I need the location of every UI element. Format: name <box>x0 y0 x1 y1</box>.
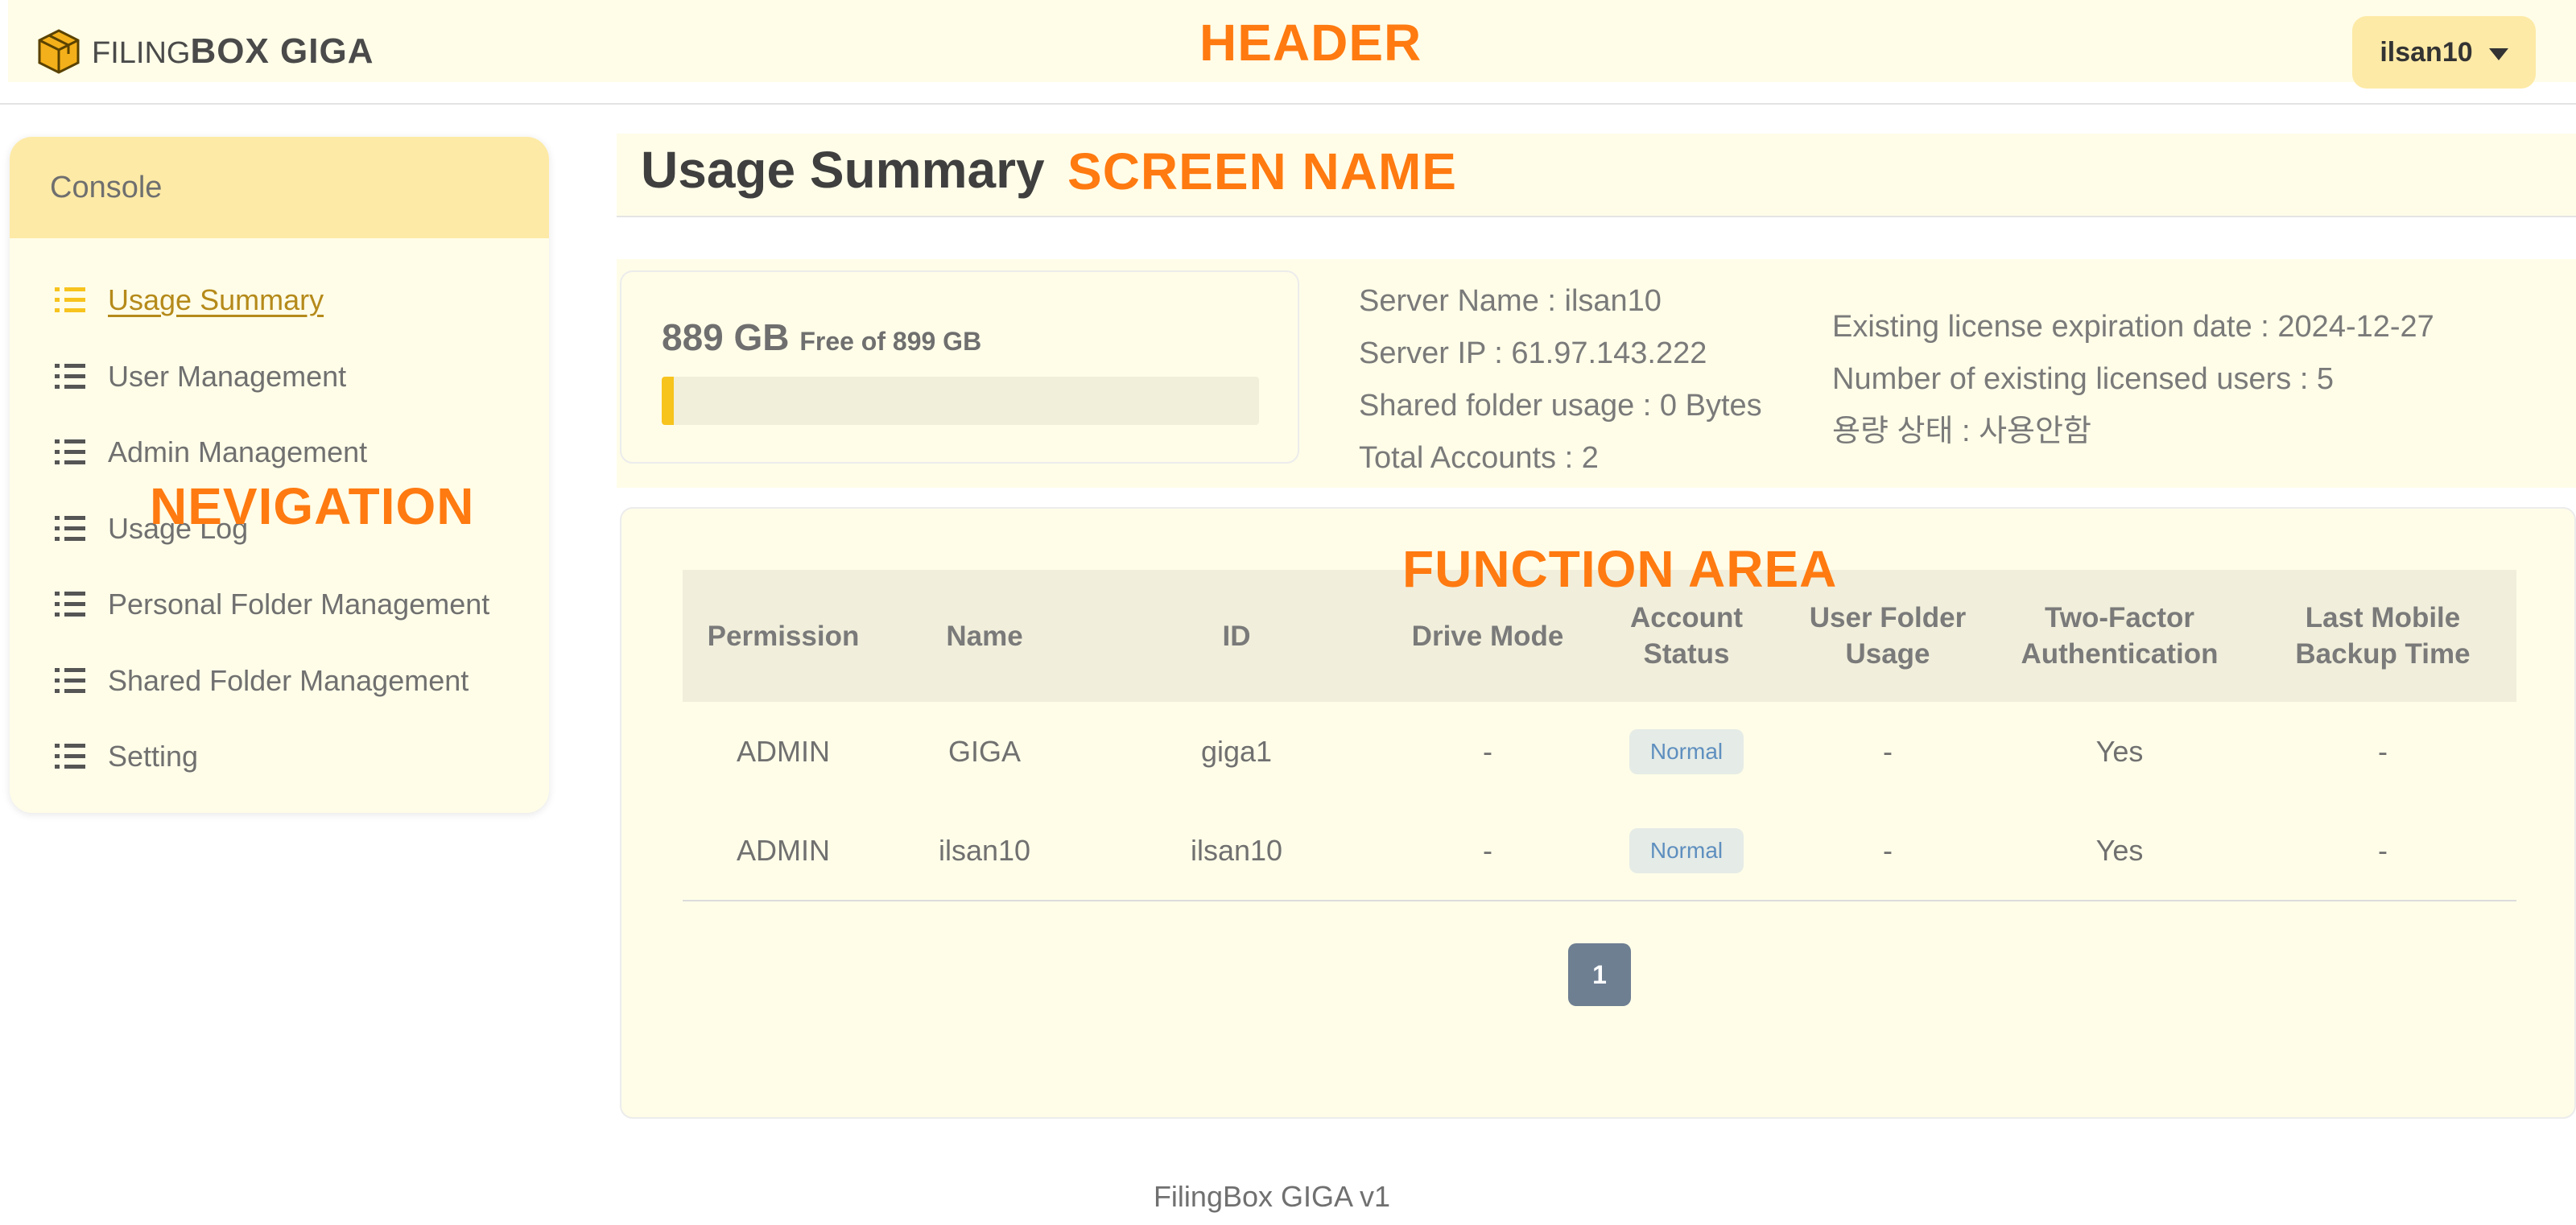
function-area: Permission Name ID Drive Mode Account Sta… <box>620 507 2576 1119</box>
list-icon <box>55 592 85 617</box>
sidebar-item-label: User Management <box>108 359 347 393</box>
cell-status: Normal <box>1587 729 1785 774</box>
column-header-user-folder-usage[interactable]: User Folder Usage <box>1785 600 1990 672</box>
cell-drive-mode: - <box>1483 735 1492 768</box>
sidebar-item-label: Personal Folder Management <box>108 588 490 621</box>
cell-name: GIGA <box>947 735 1022 768</box>
table-row[interactable]: ADMIN ilsan10 ilsan10 - Normal - Yes - <box>683 802 2516 901</box>
accounts-table: Permission Name ID Drive Mode Account Sta… <box>683 570 2516 901</box>
column-header-id[interactable]: ID <box>1085 618 1388 654</box>
cell-name: ilsan10 <box>938 834 1031 867</box>
cell-status: Normal <box>1587 828 1785 873</box>
list-icon <box>55 744 85 769</box>
license-expiration: Existing license expiration date : 2024-… <box>1832 310 2434 344</box>
shared-folder-usage: Shared folder usage : 0 Bytes <box>1359 389 1762 423</box>
page-title: Usage Summary <box>641 141 1045 199</box>
server-ip: Server IP : 61.97.143.222 <box>1359 336 1707 370</box>
screen-name-annotation: SCREEN NAME <box>1067 142 1457 200</box>
sidebar-item-label: Admin Management <box>108 435 368 469</box>
storage-used-value: 889 GB <box>662 316 790 358</box>
box-logo-icon <box>38 29 80 74</box>
logo[interactable]: FILINGBOX GIGA <box>35 26 374 77</box>
pagination-page-button[interactable]: 1 <box>1568 943 1631 1006</box>
footer-version: FilingBox GIGA v1 <box>1153 1180 1391 1213</box>
list-icon <box>55 287 85 313</box>
cell-drive-mode: - <box>1483 834 1492 867</box>
sidebar-item-personal-folder-management[interactable]: Personal Folder Management <box>10 567 549 643</box>
cell-folder-usage: - <box>1883 834 1893 867</box>
licensed-users: Number of existing licensed users : 5 <box>1832 362 2334 396</box>
list-icon <box>55 515 85 541</box>
cell-permission: ADMIN <box>737 834 830 867</box>
cell-two-factor: Yes <box>2095 735 2144 768</box>
storage-used: 889 GB Free of 899 GB <box>662 316 981 359</box>
storage-free-text: Free of 899 GB <box>799 327 982 356</box>
cell-two-factor: Yes <box>2095 834 2144 867</box>
column-header-name[interactable]: Name <box>884 618 1085 654</box>
cell-folder-usage: - <box>1883 735 1893 768</box>
sidebar-title: Console <box>10 137 549 238</box>
caret-down-icon <box>2488 47 2508 60</box>
user-menu-button[interactable]: ilsan10 <box>2352 16 2536 89</box>
server-name: Server Name : ilsan10 <box>1359 284 1662 318</box>
column-header-last-backup[interactable]: Last Mobile Backup Time <box>2249 600 2516 672</box>
license-info: Existing license expiration date : 2024-… <box>1832 301 2434 458</box>
table-row[interactable]: ADMIN GIGA giga1 - Normal - Yes - <box>683 702 2516 802</box>
sidebar-item-label: Usage Summary <box>108 283 324 317</box>
sidebar: Console Usage Summary User Management Ad… <box>10 137 549 813</box>
logo-text: FILINGBOX GIGA <box>92 31 374 71</box>
column-header-permission[interactable]: Permission <box>683 618 884 654</box>
capacity-status: 용량 상태 : 사용안함 <box>1832 415 2091 448</box>
cell-backup-time: - <box>2378 735 2388 768</box>
sidebar-item-user-management[interactable]: User Management <box>10 339 549 415</box>
server-info: Server Name : ilsan10 Server IP : 61.97.… <box>1359 275 1762 485</box>
sidebar-item-label: Shared Folder Management <box>108 663 469 697</box>
cell-permission: ADMIN <box>737 735 830 768</box>
sidebar-item-setting[interactable]: Setting <box>10 719 549 795</box>
storage-card: 889 GB Free of 899 GB <box>620 270 1299 464</box>
function-area-annotation: FUNCTION AREA <box>1402 540 1838 598</box>
cell-backup-time: - <box>2378 834 2388 867</box>
total-accounts: Total Accounts : 2 <box>1359 441 1599 475</box>
column-header-drive-mode[interactable]: Drive Mode <box>1388 618 1587 654</box>
list-icon <box>55 363 85 389</box>
sidebar-item-usage-summary[interactable]: Usage Summary <box>10 262 549 339</box>
list-icon <box>55 439 85 465</box>
storage-progress-fill <box>668 377 675 425</box>
cell-id: giga1 <box>1200 735 1273 768</box>
status-badge: Normal <box>1629 729 1744 774</box>
storage-progress-bar <box>662 377 1259 425</box>
sidebar-item-label: Setting <box>108 740 199 773</box>
list-icon <box>55 667 85 693</box>
header-annotation: HEADER <box>1199 14 1422 72</box>
user-name: ilsan10 <box>2380 36 2473 68</box>
status-badge: Normal <box>1629 828 1744 873</box>
column-header-account-status[interactable]: Account Status <box>1587 600 1785 672</box>
sidebar-item-shared-folder-management[interactable]: Shared Folder Management <box>10 643 549 720</box>
cell-id: ilsan10 <box>1190 834 1283 867</box>
column-header-two-factor[interactable]: Two-Factor Authentication <box>1990 600 2249 672</box>
navigation-annotation: NEVIGATION <box>150 477 475 535</box>
